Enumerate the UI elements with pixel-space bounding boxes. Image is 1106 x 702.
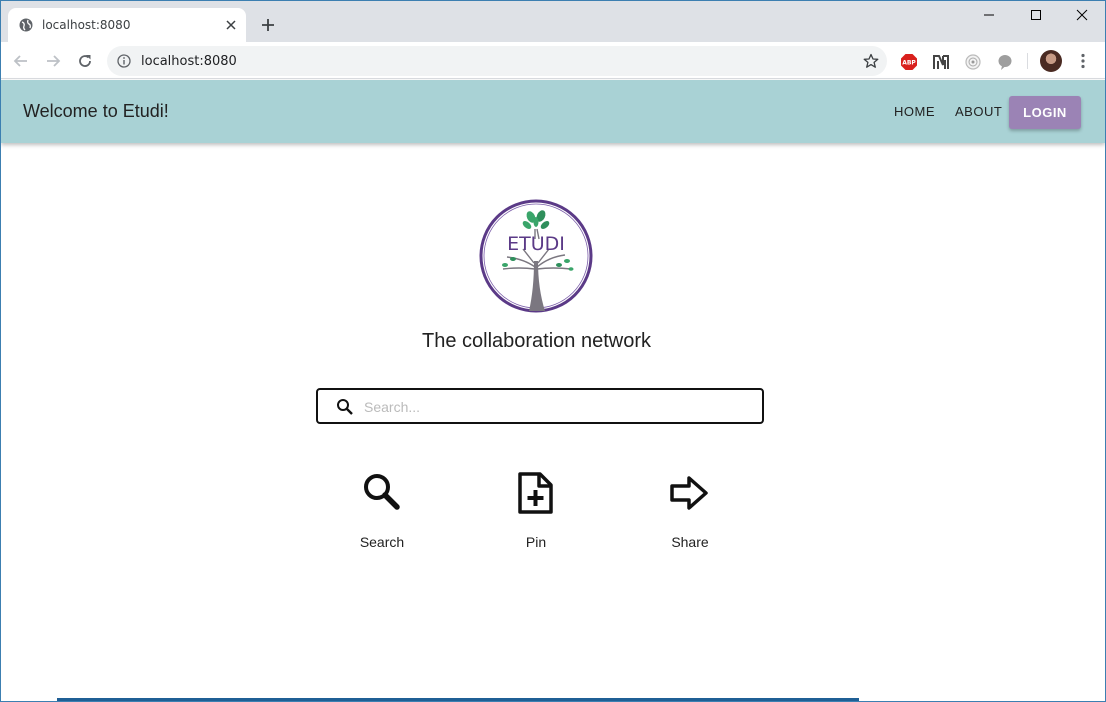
app-title: Welcome to Etudi! [23,101,169,121]
share-arrow-icon [670,476,708,510]
toolbar-divider [1027,53,1028,69]
minimize-button[interactable] [966,1,1012,31]
extension-bubble-icon[interactable] [996,53,1014,71]
tab-strip: localhost:8080 [1,1,1105,42]
new-tab-icon[interactable] [259,16,277,34]
profile-avatar[interactable] [1040,50,1062,72]
adblock-icon[interactable]: ABP [900,53,918,71]
feature-label: Pin [525,534,547,550]
search-input[interactable] [364,396,744,418]
feature-share: Share [630,471,750,550]
close-window-button[interactable] [1059,1,1105,31]
add-document-icon [518,472,553,514]
url-text: localhost:8080 [141,54,237,69]
back-arrow-icon[interactable] [11,51,31,71]
reload-icon[interactable] [75,51,95,71]
minimize-icon [984,14,994,16]
extension-n-icon[interactable] [932,53,950,71]
info-icon[interactable] [117,54,131,68]
taskbar-strip [57,698,859,701]
search-box[interactable] [316,388,764,424]
browser-toolbar: localhost:8080 ABP [1,42,1105,79]
extension-circle-icon[interactable] [964,53,982,71]
feature-label: Share [671,534,709,550]
search-icon [337,399,353,415]
nav-about[interactable]: ABOUT [955,104,1002,119]
close-tab-icon[interactable] [223,17,239,33]
close-icon [1076,9,1088,21]
tab-title: localhost:8080 [42,18,131,32]
svg-text:ABP: ABP [902,60,916,67]
globe-icon [19,18,33,32]
maximize-icon [1031,10,1041,20]
more-options-icon[interactable] [1081,53,1085,69]
app-header: Welcome to Etudi! HOME ABOUT LOGIN [1,80,1105,143]
tagline: The collaboration network [421,330,651,352]
feature-label: Search [359,534,405,550]
address-bar[interactable]: localhost:8080 [107,46,887,76]
browser-window: localhost:8080 localhost:8080 ABP Welcom… [0,0,1106,702]
maximize-button[interactable] [1013,1,1059,31]
login-button[interactable]: LOGIN [1009,96,1081,129]
etudi-logo: ETUDI [479,199,593,313]
logo-text: ETUDI [507,233,565,255]
bookmark-star-icon[interactable] [863,53,879,69]
browser-tab[interactable]: localhost:8080 [8,8,246,42]
feature-search: Search [322,471,442,550]
search-icon [364,474,400,510]
feature-pin: Pin [476,471,596,550]
nav-home[interactable]: HOME [894,104,935,119]
forward-arrow-icon[interactable] [43,51,63,71]
